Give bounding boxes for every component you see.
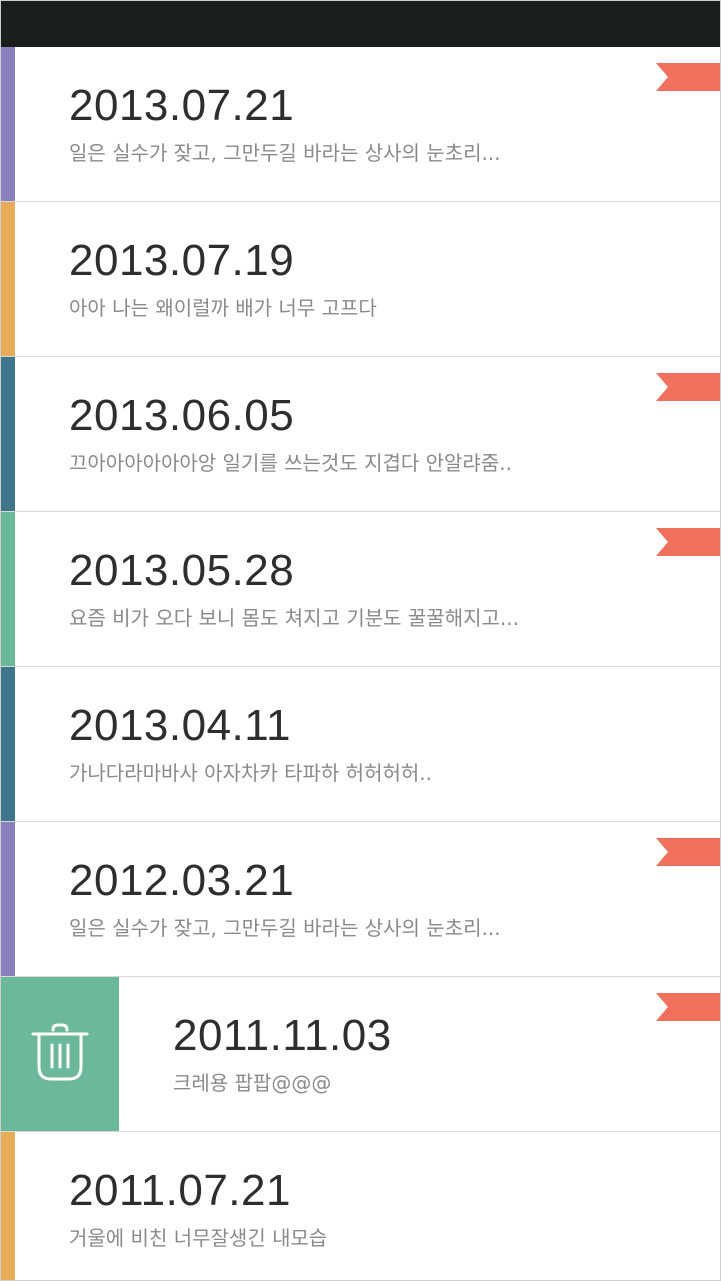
app-frame: 2013.07.21 일은 실수가 잦고, 그만두길 바라는 상사의 눈초리..… xyxy=(0,0,721,1281)
entry-date: 2013.05.28 xyxy=(69,546,295,595)
diary-list: 2013.07.21 일은 실수가 잦고, 그만두길 바라는 상사의 눈초리..… xyxy=(1,47,720,1280)
entry-date: 2012.03.21 xyxy=(69,856,295,905)
diary-entry[interactable]: 2013.07.19 아아 나는 왜이럴까 배가 너무 고프다 xyxy=(1,202,720,357)
entry-preview: 거울에 비친 너무잘생긴 내모습 xyxy=(69,1226,328,1250)
entry-preview: 끄아아아아아아앙 일기를 쓰는것도 지겹다 안알랴줌.. xyxy=(69,451,512,475)
diary-entry[interactable]: 2012.03.21 일은 실수가 잦고, 그만두길 바라는 상사의 눈초리..… xyxy=(1,822,720,977)
bookmark-ribbon-icon xyxy=(656,63,720,91)
entry-date: 2013.04.11 xyxy=(69,701,291,750)
bookmark-ribbon-icon xyxy=(656,993,720,1021)
diary-entry[interactable]: 2013.04.11 가나다라마바사 아자차카 타파하 허허허허.. xyxy=(1,667,720,822)
entry-color-bar xyxy=(1,202,15,356)
bookmark-ribbon-icon xyxy=(656,528,720,556)
entry-content: 2013.07.19 아아 나는 왜이럴까 배가 너무 고프다 xyxy=(69,236,640,322)
entry-date: 2013.07.19 xyxy=(69,236,295,285)
entry-date: 2013.07.21 xyxy=(69,81,295,130)
entry-content: 2013.06.05 끄아아아아아아앙 일기를 쓰는것도 지겹다 안알랴줌.. xyxy=(69,391,640,477)
bookmark-ribbon-icon xyxy=(656,838,720,866)
diary-entry[interactable]: 2013.06.05 끄아아아아아아앙 일기를 쓰는것도 지겹다 안알랴줌.. xyxy=(1,357,720,512)
entry-preview: 일은 실수가 잦고, 그만두길 바라는 상사의 눈초리... xyxy=(69,141,501,165)
trash-icon xyxy=(27,1019,93,1089)
entry-date: 2013.06.05 xyxy=(69,391,295,440)
entry-content: 2013.04.11 가나다라마바사 아자차카 타파하 허허허허.. xyxy=(69,701,640,787)
diary-entry[interactable]: 2011.11.03 크레용 팝팝@@@ xyxy=(1,977,720,1132)
entry-preview: 가나다라마바사 아자차카 타파하 허허허허.. xyxy=(69,761,432,785)
entry-color-bar xyxy=(1,1132,15,1280)
entry-color-bar xyxy=(1,822,15,976)
entry-date: 2011.07.21 xyxy=(69,1166,291,1215)
entry-preview: 크레용 팝팝@@@ xyxy=(173,1071,332,1095)
entry-preview: 요즘 비가 오다 보니 몸도 쳐지고 기분도 꿀꿀해지고... xyxy=(69,606,519,630)
diary-entry[interactable]: 2013.05.28 요즘 비가 오다 보니 몸도 쳐지고 기분도 꿀꿀해지고.… xyxy=(1,512,720,667)
entry-content: 2012.03.21 일은 실수가 잦고, 그만두길 바라는 상사의 눈초리..… xyxy=(69,856,640,942)
entry-color-bar xyxy=(1,667,15,821)
entry-content: 2013.05.28 요즘 비가 오다 보니 몸도 쳐지고 기분도 꿀꿀해지고.… xyxy=(69,546,640,632)
entry-color-bar xyxy=(1,47,15,201)
entry-date: 2011.11.03 xyxy=(173,1011,392,1060)
diary-entry[interactable]: 2013.07.21 일은 실수가 잦고, 그만두길 바라는 상사의 눈초리..… xyxy=(1,47,720,202)
entry-color-bar xyxy=(1,512,15,666)
delete-button[interactable] xyxy=(1,977,119,1131)
entry-content: 2011.07.21 거울에 비친 너무잘생긴 내모습 xyxy=(69,1166,640,1252)
entry-preview: 일은 실수가 잦고, 그만두길 바라는 상사의 눈초리... xyxy=(69,916,501,940)
entry-content: 2011.11.03 크레용 팝팝@@@ xyxy=(173,1011,640,1097)
bookmark-ribbon-icon xyxy=(656,373,720,401)
status-bar xyxy=(1,1,720,47)
entry-color-bar xyxy=(1,357,15,511)
entry-content: 2013.07.21 일은 실수가 잦고, 그만두길 바라는 상사의 눈초리..… xyxy=(69,81,640,167)
entry-preview: 아아 나는 왜이럴까 배가 너무 고프다 xyxy=(69,296,377,320)
diary-entry[interactable]: 2011.07.21 거울에 비친 너무잘생긴 내모습 xyxy=(1,1132,720,1280)
